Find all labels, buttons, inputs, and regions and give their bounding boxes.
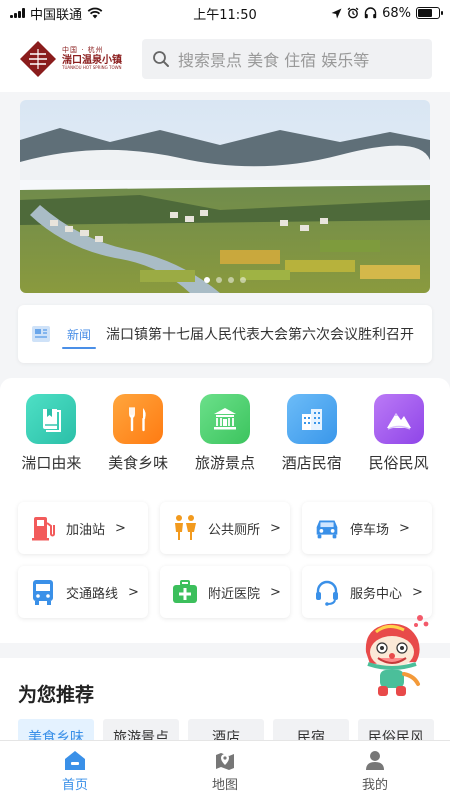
newspaper-icon — [32, 326, 50, 342]
search-placeholder: 搜索景点 美食 住宿 娱乐等 — [178, 51, 370, 70]
mountain-icon — [373, 394, 424, 444]
hotel-icon — [286, 394, 337, 444]
category-label: 酒店民宿 — [281, 454, 342, 472]
status-right: 68% — [331, 5, 443, 21]
bus-icon — [28, 577, 58, 607]
map-pin-icon — [216, 752, 234, 770]
category-folklore[interactable]: 民俗民风 — [359, 394, 439, 473]
chevron-right-icon: > — [270, 584, 281, 600]
cutlery-icon — [113, 394, 164, 444]
service-hospital[interactable]: 附近医院 > — [160, 566, 290, 618]
service-label: 停车场 — [350, 522, 390, 538]
category-label: 美食乡味 — [108, 454, 169, 472]
location-arrow-icon — [331, 8, 342, 18]
service-center[interactable]: 服务中心 > — [302, 566, 432, 618]
lion-mascot-icon[interactable] — [358, 612, 434, 702]
tab-map[interactable]: 地图 — [175, 741, 275, 800]
chevron-right-icon: > — [412, 584, 423, 600]
tab-home[interactable]: 首页 — [25, 741, 125, 800]
header: 中国 · 杭州 湍口温泉小镇 TUANKOU HOT SPRING TOWN 搜… — [0, 26, 450, 92]
user-icon — [366, 750, 384, 770]
service-parking[interactable]: 停车场 > — [302, 502, 432, 554]
carrier-label: 中国联通 — [30, 7, 83, 23]
news-tag-label: 新闻 — [66, 327, 91, 342]
book-icon — [26, 394, 77, 444]
service-label: 加油站 — [66, 522, 106, 538]
app-logo[interactable]: 中国 · 杭州 湍口温泉小镇 TUANKOU HOT SPRING TOWN — [18, 39, 130, 79]
search-icon — [153, 51, 169, 67]
wifi-icon — [87, 7, 103, 19]
carousel-dots — [20, 277, 430, 283]
carousel-dot[interactable] — [204, 277, 210, 283]
alarm-icon — [347, 7, 359, 19]
services-grid: 加油站 > 公共厕所 > 停车场 > 交通路线 > 附近医院 > 服务中心 > — [18, 502, 432, 618]
first-aid-icon — [170, 577, 200, 607]
news-headline[interactable]: 湍口镇第十七届人民代表大会第六次会议胜利召开 — [106, 324, 420, 344]
restroom-icon — [170, 513, 200, 543]
tab-label: 地图 — [211, 777, 238, 793]
carousel-dot[interactable] — [240, 277, 246, 283]
recommend-title: 为您推荐 — [18, 684, 95, 706]
category-grid: 湍口由来 美食乡味 旅游景点 酒店民宿 民俗民风 — [0, 394, 450, 473]
service-label: 服务中心 — [350, 586, 403, 602]
logo-line-small: 中国 · 杭州 — [62, 46, 104, 55]
temple-icon — [199, 394, 250, 444]
battery-percent: 68% — [382, 5, 411, 21]
battery-icon — [416, 7, 443, 19]
headphones-icon — [364, 7, 377, 19]
bottom-tab-bar: 首页 地图 我的 — [0, 740, 450, 800]
chevron-right-icon: > — [399, 520, 410, 536]
service-label: 公共厕所 — [208, 522, 261, 538]
news-ticker[interactable]: 新闻 湍口镇第十七届人民代表大会第六次会议胜利召开 — [18, 305, 432, 363]
car-icon — [312, 513, 342, 543]
chevron-right-icon: > — [115, 520, 126, 536]
home-icon — [65, 750, 85, 770]
category-attractions[interactable]: 旅游景点 — [185, 394, 265, 473]
status-left: 中国联通 — [10, 4, 103, 23]
category-hotels[interactable]: 酒店民宿 — [272, 394, 352, 473]
carousel-dot[interactable] — [216, 277, 222, 283]
logo-line-en: TUANKOU HOT SPRING TOWN — [62, 65, 122, 71]
service-transit-routes[interactable]: 交通路线 > — [18, 566, 148, 618]
service-label: 交通路线 — [66, 586, 119, 602]
carousel-dot[interactable] — [228, 277, 234, 283]
chevron-right-icon: > — [270, 520, 281, 536]
category-label: 旅游景点 — [194, 454, 255, 472]
banner-carousel[interactable] — [20, 100, 430, 293]
logo-mark-icon — [20, 41, 56, 77]
logo-text: 中国 · 杭州 湍口温泉小镇 TUANKOU HOT SPRING TOWN — [62, 47, 122, 70]
category-label: 民俗民风 — [368, 454, 429, 472]
tab-label: 首页 — [61, 777, 88, 793]
service-restroom[interactable]: 公共厕所 > — [160, 502, 290, 554]
signal-icon — [10, 8, 25, 18]
category-food[interactable]: 美食乡味 — [98, 394, 178, 473]
search-bar[interactable]: 搜索景点 美食 住宿 娱乐等 — [142, 39, 432, 79]
category-panel: 湍口由来 美食乡味 旅游景点 酒店民宿 民俗民风 加油站 > 公共厕所 > 停车… — [0, 378, 450, 643]
tab-profile[interactable]: 我的 — [325, 741, 425, 800]
tab-label: 我的 — [361, 777, 388, 793]
category-origin[interactable]: 湍口由来 — [11, 394, 91, 473]
service-gas-station[interactable]: 加油站 > — [18, 502, 148, 554]
headset-icon — [312, 577, 342, 607]
banner-image — [20, 100, 430, 293]
news-tag: 新闻 — [60, 315, 98, 353]
chevron-right-icon: > — [128, 584, 139, 600]
gas-station-icon — [28, 513, 58, 543]
category-label: 湍口由来 — [21, 454, 82, 472]
service-label: 附近医院 — [208, 586, 261, 602]
status-bar: 中国联通 上午11:50 68% — [0, 0, 450, 26]
